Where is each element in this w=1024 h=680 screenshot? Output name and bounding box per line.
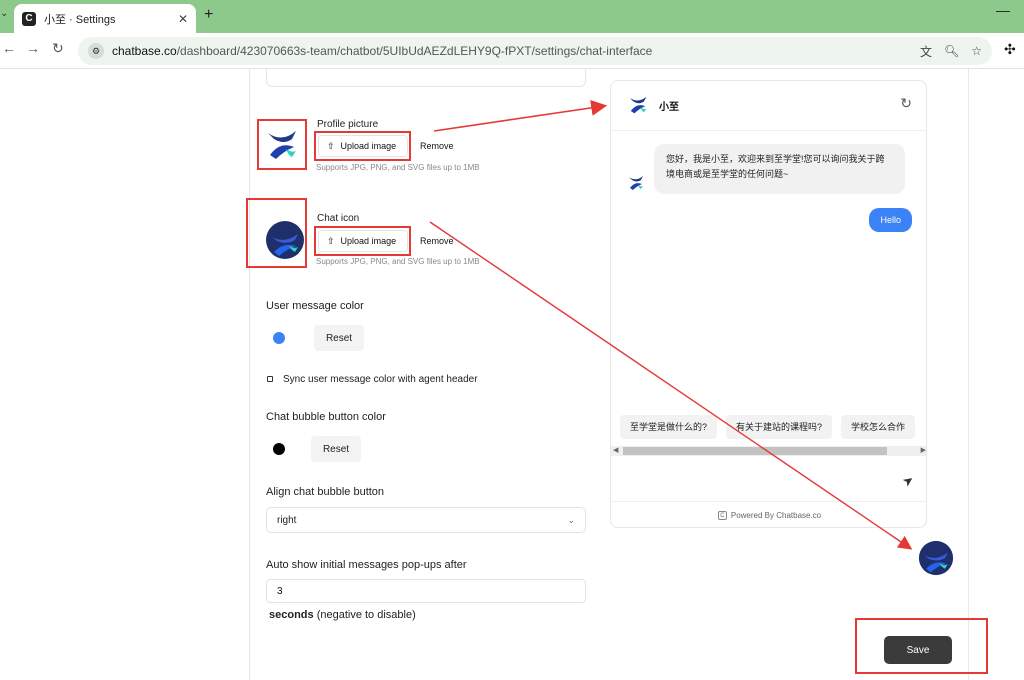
chat-icon-label: Chat icon [317,213,360,224]
auto-show-seconds-input[interactable]: 3 [266,579,586,603]
site-settings-icon[interactable]: ⚙ [88,43,104,59]
profile-remove-button[interactable]: Remove [420,141,454,151]
profile-picture-label: Profile picture [317,119,379,130]
align-bubble-title: Align chat bubble button [266,486,385,498]
chat-icon-remove-button[interactable]: Remove [420,236,454,246]
new-tab-icon[interactable]: + [204,6,213,24]
reload-icon[interactable]: ↻ [52,40,64,57]
scrollbar-thumb[interactable] [623,447,887,455]
align-bubble-value: right [277,514,297,526]
chat-preview-widget: 小至 ↻ 您好，我是小至，欢迎来到至学堂!您可以询问我关于跨境电商或是至学堂的任… [610,80,927,528]
sync-color-label: Sync user message color with agent heade… [283,374,478,385]
chat-bubble-color-swatch[interactable] [273,443,285,455]
bookmark-star-icon[interactable]: ☆ [971,44,982,58]
chevron-down-icon: ⌄ [567,514,575,525]
back-arrow-icon[interactable]: ← [2,40,16,56]
annotation-box-profile-upload [314,131,411,161]
chat-preview-header: 小至 ↻ [611,81,926,131]
annotation-box-chat-icon-upload [314,226,411,256]
screenshot: ⌄ C 小至 · Settings ✕ + — ← → ↻ ⚙ chatbase… [0,0,1024,680]
powered-by-footer: C Powered By Chatbase.co [611,501,926,527]
annotation-box-profile-picture [257,119,307,170]
sync-color-checkbox[interactable] [267,376,273,382]
annotation-box-save [855,618,988,674]
user-message-color-reset-button[interactable]: Reset [314,325,364,351]
send-icon[interactable]: ➤ [899,471,917,490]
bot-header-logo-icon [629,96,647,114]
auto-show-title: Auto show initial messages pop-ups after [266,559,467,571]
tab-list-icon[interactable]: ⌄ [0,8,8,24]
suggested-messages: 至学堂是做什么的? 有关于建站的课程吗? 学校怎么合作 [620,415,926,441]
suggested-message-3[interactable]: 学校怎么合作 [841,415,916,439]
bot-message-avatar-icon [629,176,643,190]
url-text: chatbase.co/dashboard/423070663s-team/ch… [112,44,653,58]
chat-bubble-color-reset-button[interactable]: Reset [311,436,361,462]
profile-picture-hint: Supports JPG, PNG, and SVG files up to 1… [316,163,480,172]
extensions-puzzle-icon[interactable]: ✣ [1004,41,1016,58]
refresh-icon[interactable]: ↻ [900,95,912,112]
chatbase-favicon-icon: C [22,11,36,26]
browser-tab-settings[interactable]: C 小至 · Settings ✕ [14,4,196,33]
annotation-box-chat-icon [246,198,307,268]
suggested-message-1[interactable]: 至学堂是做什么的? [620,415,718,439]
bot-message-bubble: 您好，我是小至，欢迎来到至学堂!您可以询问我关于跨境电商或是至学堂的任何问题~ [654,144,905,194]
align-bubble-select[interactable]: right ⌄ [266,507,586,533]
chat-bubble-launcher[interactable] [918,540,954,576]
powered-by-text: Powered By Chatbase.co [730,511,822,520]
chat-icon-hint: Supports JPG, PNG, and SVG files up to 1… [316,257,480,266]
suggested-message-2[interactable]: 有关于建站的课程吗? [726,415,833,439]
scroll-left-icon[interactable]: ◀ [613,446,618,454]
chat-bubble-color-title: Chat bubble button color [266,411,386,423]
browser-toolbar: ← → ↻ ⚙ chatbase.co/dashboard/423070663s… [0,33,1024,69]
seconds-caption: seconds (negative to disable) [269,609,416,621]
chat-bubble-launcher-icon [918,540,954,576]
scroll-right-icon[interactable]: ▶ [921,446,926,454]
tab-title: 小至 · Settings [44,13,116,26]
address-bar[interactable]: ⚙ chatbase.co/dashboard/423070663s-team/… [78,37,992,65]
browser-tab-bar: ⌄ C 小至 · Settings ✕ + — [0,0,1024,33]
zoom-icon[interactable]: 🔍︎ [944,44,959,58]
user-message-color-swatch[interactable] [273,332,285,344]
tab-close-icon[interactable]: ✕ [178,12,188,26]
chatbase-logo-icon: C [717,511,727,520]
content-divider [968,69,969,680]
window-minimize-icon[interactable]: — [996,2,1010,18]
translate-icon[interactable]: 文 [920,43,932,60]
previous-field-bottom [266,69,586,87]
user-message-color-title: User message color [266,300,364,312]
suggestions-scrollbar[interactable]: ◀ ▶ [611,446,926,456]
user-message-bubble: Hello [869,208,912,232]
bot-name: 小至 [659,102,679,113]
forward-arrow-icon[interactable]: → [26,40,40,56]
